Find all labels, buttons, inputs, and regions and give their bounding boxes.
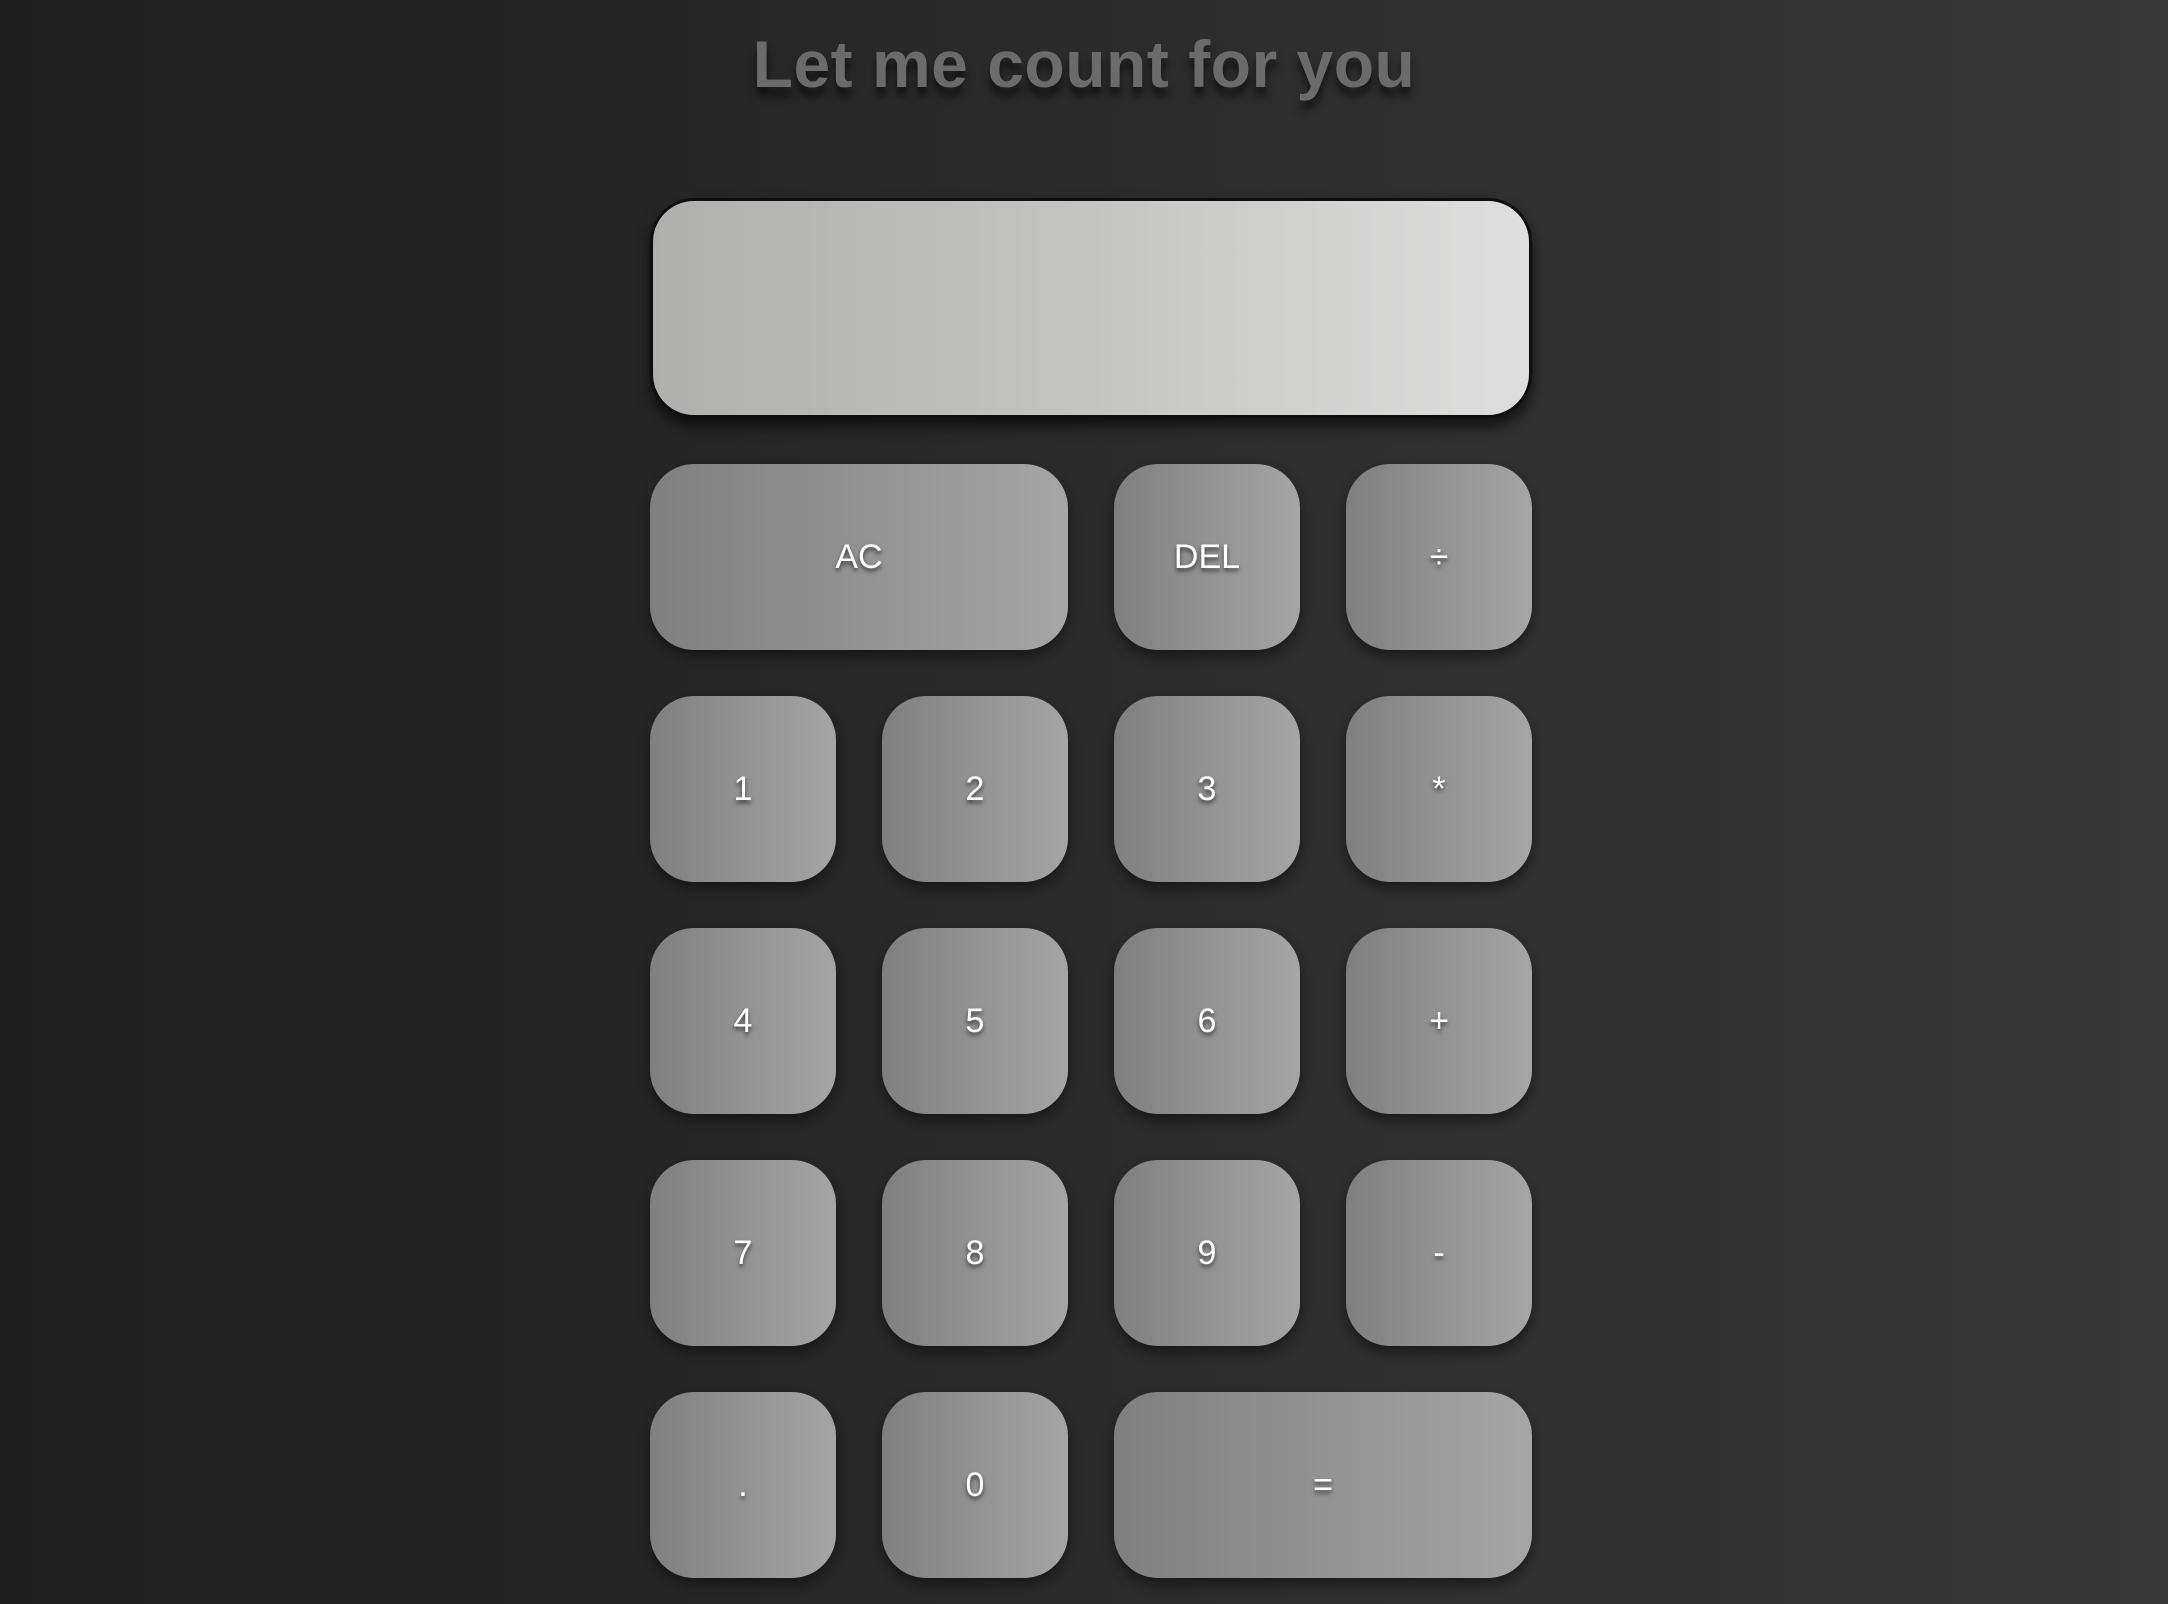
digit-0-button[interactable]: 0 (882, 1392, 1068, 1578)
delete-button[interactable]: DEL (1114, 464, 1300, 650)
calculator-display (650, 198, 1532, 418)
digit-9-button[interactable]: 9 (1114, 1160, 1300, 1346)
digit-7-button[interactable]: 7 (650, 1160, 836, 1346)
digit-6-button[interactable]: 6 (1114, 928, 1300, 1114)
equals-button[interactable]: = (1114, 1392, 1532, 1578)
calculator: AC DEL ÷ 1 2 3 * 4 5 6 + 7 8 9 - . 0 = (650, 198, 1534, 1578)
digit-5-button[interactable]: 5 (882, 928, 1068, 1114)
all-clear-button[interactable]: AC (650, 464, 1068, 650)
digit-8-button[interactable]: 8 (882, 1160, 1068, 1346)
plus-button[interactable]: + (1346, 928, 1532, 1114)
digit-4-button[interactable]: 4 (650, 928, 836, 1114)
digit-3-button[interactable]: 3 (1114, 696, 1300, 882)
divide-button[interactable]: ÷ (1346, 464, 1532, 650)
decimal-point-button[interactable]: . (650, 1392, 836, 1578)
minus-button[interactable]: - (1346, 1160, 1532, 1346)
digit-2-button[interactable]: 2 (882, 696, 1068, 882)
multiply-button[interactable]: * (1346, 696, 1532, 882)
digit-1-button[interactable]: 1 (650, 696, 836, 882)
page-title: Let me count for you (752, 27, 1416, 101)
